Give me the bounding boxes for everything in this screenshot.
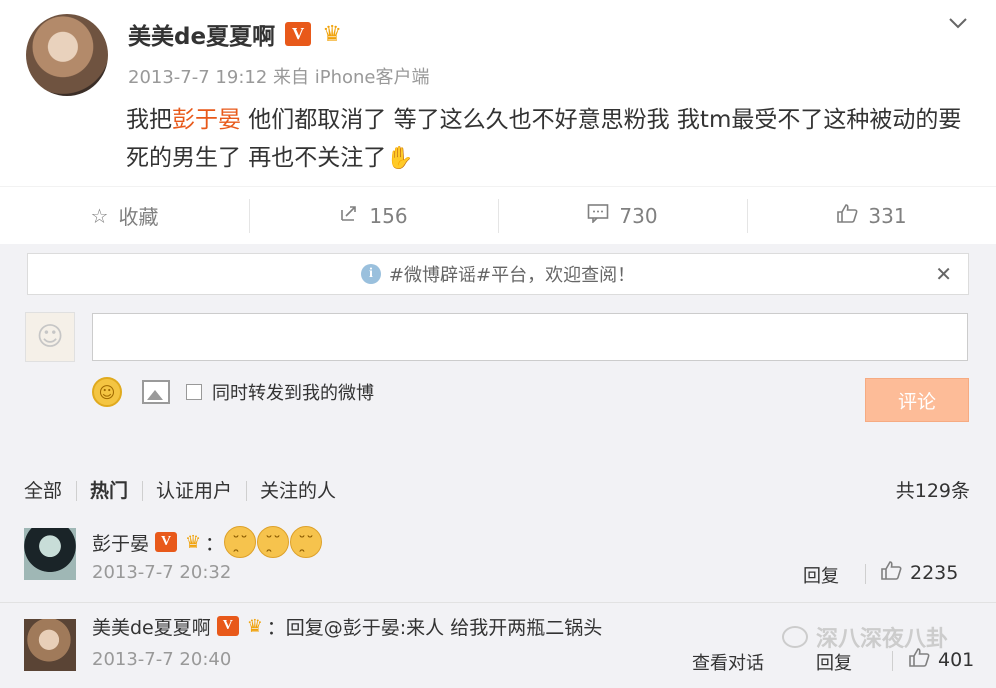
thumbs-up-icon <box>880 560 902 585</box>
commenter-avatar[interactable] <box>24 619 76 671</box>
chevron-down-icon[interactable] <box>944 10 972 36</box>
favorite-button[interactable]: ☆ 收藏 <box>0 187 249 244</box>
compose-toolbar: ☺ 同时转发到我的微博 <box>92 376 374 408</box>
comment-filter-tabs: 全部 热门 认证用户 关注的人 <box>24 474 350 504</box>
content-after: 他们都取消了 等了这么久也不好意思粉我 我tm最受不了这种被动的要死的男生了 再… <box>126 107 962 171</box>
thumbs-up-icon <box>836 203 858 228</box>
repost-icon <box>339 203 359 228</box>
action-bar: ☆ 收藏 156 730 331 <box>0 186 996 244</box>
star-icon: ☆ <box>90 203 109 228</box>
tab-hot[interactable]: 热门 <box>76 476 142 503</box>
watermark: 深八深夜八卦 <box>782 621 948 653</box>
crown-icon: ♛ <box>184 531 202 553</box>
comment-total: 共129条 <box>895 480 970 502</box>
repost-button[interactable]: 156 <box>249 187 498 244</box>
close-icon[interactable]: ✕ <box>935 262 952 286</box>
comment-time: 2013-7-7 20:32 <box>92 562 232 583</box>
my-avatar: ☺ <box>25 312 75 362</box>
crying-emoji-icon: ˘̯˘ <box>257 526 290 558</box>
author-line: 美美de夏夏啊 V ♛ <box>128 17 347 51</box>
author-name[interactable]: 美美de夏夏啊 <box>128 17 275 51</box>
wechat-icon <box>782 626 808 648</box>
info-icon: i <box>360 264 381 284</box>
favorite-label: 收藏 <box>118 205 159 229</box>
commenter-name[interactable]: 美美de夏夏啊 <box>92 613 211 640</box>
tab-all[interactable]: 全部 <box>24 476 76 503</box>
verified-badge-icon: V <box>155 532 178 552</box>
tab-following[interactable]: 关注的人 <box>246 476 350 503</box>
like-button[interactable]: 331 <box>747 187 996 244</box>
comment-item: 彭于晏 V ♛ ： ˘̯˘ ˘̯˘ ˘̯˘ 2013-7-7 20:32 回复 … <box>0 516 996 596</box>
divider <box>892 651 893 671</box>
post-content: 我把彭于晏 他们都取消了 等了这么久也不好意思粉我 我tm最受不了这种被动的要死… <box>126 101 971 178</box>
comment-like-count: 2235 <box>910 561 959 584</box>
comment-button[interactable]: 730 <box>498 187 747 244</box>
crown-icon: ♛ <box>246 615 263 637</box>
like-count: 331 <box>868 203 907 228</box>
rumor-notice-banner[interactable]: i #微博辟谣#平台，欢迎查阅！ ✕ <box>27 253 969 295</box>
author-avatar[interactable] <box>26 14 108 96</box>
comment-separator: ： <box>205 532 225 555</box>
tab-verified-users[interactable]: 认证用户 <box>142 476 246 503</box>
crying-emoji-icon: ˘̯˘ <box>224 526 257 558</box>
repost-count: 156 <box>369 203 408 228</box>
comment-icon <box>587 203 609 228</box>
notice-text: #微博辟谣#平台，欢迎查阅！ <box>388 265 636 286</box>
repost-checkbox-label: 同时转发到我的微博 <box>212 383 374 404</box>
commenter-avatar[interactable] <box>24 528 76 580</box>
comment-count: 730 <box>619 203 658 228</box>
content-before: 我把 <box>126 107 172 133</box>
post-meta: 2013-7-7 19:12 来自 iPhone客户端 <box>128 67 430 88</box>
comment-separator: ： <box>266 616 286 639</box>
comment-text: 回复@彭于晏:来人 给我开两瓶二锅头 <box>285 616 603 639</box>
repost-checkbox[interactable] <box>186 384 202 400</box>
watermark-text: 深八深夜八卦 <box>816 627 949 652</box>
comment-time: 2013-7-7 20:40 <box>92 649 232 670</box>
weibo-post: 美美de夏夏啊 V ♛ 2013-7-7 19:12 来自 iPhone客户端 … <box>0 0 996 186</box>
crying-emoji-icon: ˘̯˘ <box>290 526 323 558</box>
submit-comment-button[interactable]: 评论 <box>865 378 969 422</box>
verified-badge-icon: V <box>216 616 239 636</box>
reply-button[interactable]: 回复 <box>803 562 839 588</box>
comment-line: 美美de夏夏啊 V ♛ ： 回复@彭于晏:来人 给我开两瓶二锅头 <box>92 611 602 641</box>
comment-like-button[interactable]: 2235 <box>880 560 958 585</box>
verified-badge-icon: V <box>285 22 312 46</box>
comment-input[interactable] <box>92 313 968 361</box>
commenter-name[interactable]: 彭于晏 <box>92 529 149 556</box>
view-conversation-link[interactable]: 查看对话 <box>692 649 764 675</box>
raised-hand-emoji-icon: ✋ <box>386 146 414 171</box>
crown-icon: ♛ <box>322 21 342 47</box>
comment-line: 彭于晏 V ♛ ： ˘̯˘ ˘̯˘ ˘̯˘ <box>92 524 323 560</box>
mention-link[interactable]: 彭于晏 <box>172 107 241 133</box>
emoji-picker-icon[interactable]: ☺ <box>92 377 122 407</box>
divider <box>865 564 866 584</box>
image-upload-icon[interactable] <box>142 380 170 404</box>
